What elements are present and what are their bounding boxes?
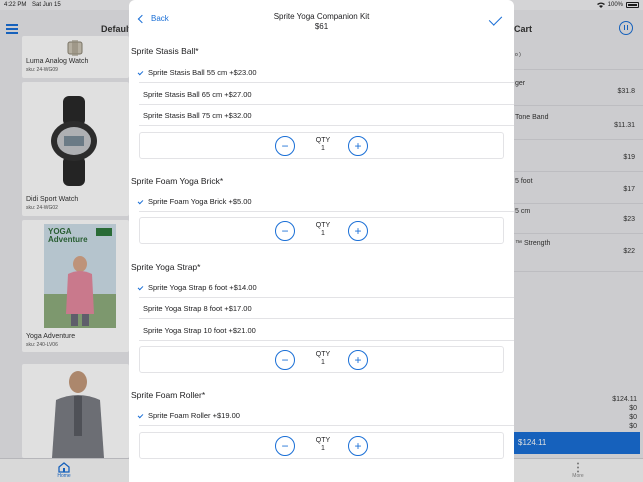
option-label: Sprite Yoga Strap 8 foot +$17.00 (143, 304, 252, 313)
option-label: Sprite Yoga Strap 10 foot +$21.00 (143, 326, 256, 335)
decrease-qty-button[interactable]: − (275, 436, 295, 456)
product-price: $61 (314, 22, 329, 31)
option-label: Sprite Foam Yoga Brick +$5.00 (148, 197, 252, 206)
check-icon (137, 284, 144, 291)
option-row[interactable]: Sprite Foam Roller +$19.00 (137, 404, 514, 426)
quantity-stepper: − QTY 1 + (139, 432, 504, 459)
qty-value: 1 (321, 145, 325, 152)
decrease-qty-button[interactable]: − (275, 136, 295, 156)
check-icon (137, 198, 144, 205)
quantity-stepper: − QTY 1 + (139, 346, 504, 373)
qty-label: QTY (315, 437, 331, 444)
decrease-qty-button[interactable]: − (275, 221, 295, 241)
check-icon (137, 412, 144, 419)
option-row[interactable]: Sprite Stasis Ball 55 cm +$23.00 (137, 61, 514, 83)
increase-qty-button[interactable]: + (348, 221, 368, 241)
option-section-title: Sprite Foam Yoga Brick* (131, 176, 224, 186)
option-row[interactable]: Sprite Stasis Ball 75 cm +$32.00 (139, 104, 514, 126)
modal-header: Sprite Yoga Companion Kit $61 (129, 12, 514, 32)
quantity-stepper: − QTY 1 + (139, 132, 504, 159)
option-row[interactable]: Sprite Stasis Ball 65 cm +$27.00 (139, 83, 514, 105)
decrease-qty-button[interactable]: − (275, 350, 295, 370)
check-icon (137, 69, 144, 76)
option-label: Sprite Yoga Strap 6 foot +$14.00 (148, 283, 257, 292)
qty-value: 1 (321, 445, 325, 452)
increase-qty-button[interactable]: + (348, 350, 368, 370)
product-title: Sprite Yoga Companion Kit (273, 12, 370, 21)
option-row[interactable]: Sprite Foam Yoga Brick +$5.00 (137, 190, 514, 212)
option-label: Sprite Stasis Ball 65 cm +$27.00 (143, 90, 252, 99)
qty-label: QTY (315, 351, 331, 358)
qty-label: QTY (315, 137, 331, 144)
increase-qty-button[interactable]: + (348, 136, 368, 156)
bundle-options-modal: Back Sprite Yoga Companion Kit $61 Sprit… (129, 0, 514, 482)
quantity-stepper: − QTY 1 + (139, 217, 504, 244)
option-row[interactable]: Sprite Yoga Strap 10 foot +$21.00 (139, 319, 514, 341)
option-row[interactable]: Sprite Yoga Strap 8 foot +$17.00 (139, 297, 514, 319)
option-section-title: Sprite Stasis Ball* (131, 46, 199, 56)
option-row[interactable]: Sprite Yoga Strap 6 foot +$14.00 (137, 276, 514, 298)
qty-label: QTY (315, 222, 331, 229)
increase-qty-button[interactable]: + (348, 436, 368, 456)
option-section-title: Sprite Foam Roller* (131, 390, 206, 400)
option-section-title: Sprite Yoga Strap* (131, 262, 201, 272)
option-label: Sprite Stasis Ball 55 cm +$23.00 (148, 68, 257, 77)
option-label: Sprite Stasis Ball 75 cm +$32.00 (143, 111, 252, 120)
option-label: Sprite Foam Roller +$19.00 (148, 411, 240, 420)
qty-value: 1 (321, 359, 325, 366)
qty-value: 1 (321, 230, 325, 237)
